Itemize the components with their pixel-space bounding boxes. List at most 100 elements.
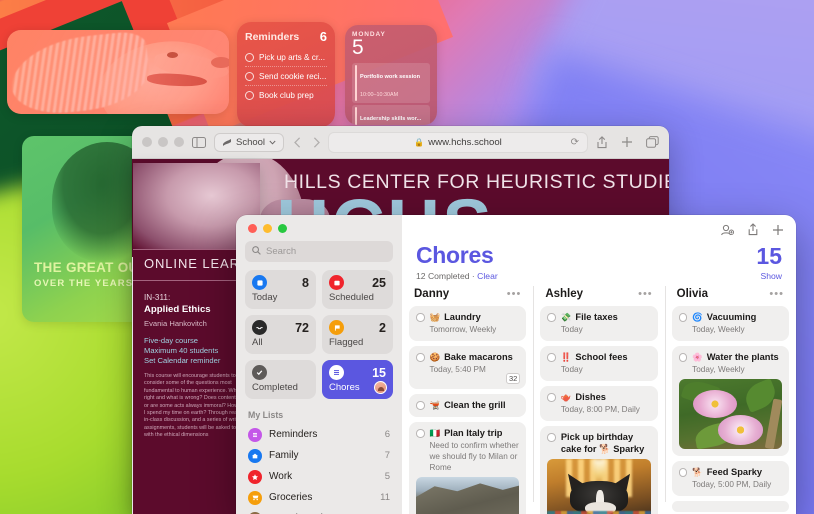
task-checkbox[interactable]: [678, 313, 688, 322]
smart-list-chores[interactable]: 15 Chores: [322, 360, 393, 399]
task-checkbox[interactable]: [416, 313, 425, 322]
list-name: Family: [269, 450, 299, 461]
tab-overview-icon[interactable]: [646, 136, 659, 148]
course-meta-2: Maximum 40 students: [144, 346, 219, 355]
task-item[interactable]: 🐕 Feed Sparky Today, 5:00 PM, Daily: [671, 461, 789, 496]
reminder-text: Book club prep: [259, 91, 314, 100]
my-lists-header: My Lists: [248, 410, 284, 420]
task-title: Plan Italy trip: [444, 428, 503, 438]
task-checkbox[interactable]: [416, 353, 425, 362]
reminders-traffic-lights[interactable]: [245, 215, 393, 241]
task-item[interactable]: 🫖 Dishes Today, 8:00 PM, Daily: [540, 386, 658, 421]
reload-icon[interactable]: ⟳: [571, 137, 579, 148]
reminder-text: Pick up arts & cr...: [259, 53, 325, 62]
zoom-button[interactable]: [278, 224, 287, 233]
safari-traffic-lights[interactable]: [142, 137, 184, 147]
sidebar-toggle-icon[interactable]: [192, 136, 206, 148]
task-emoji: 🇮🇹: [429, 428, 441, 438]
task-item[interactable]: 🌸 Water the plants Today, Weekly: [671, 346, 789, 456]
smart-lists-grid: 8 Today 25 Scheduled 72 All 2 Flagged Co…: [245, 270, 393, 399]
close-button[interactable]: [142, 137, 152, 147]
task-subtitle: Today, 5:00 PM, Daily: [692, 480, 772, 489]
task-item[interactable]: 🌀 Vacuuming Today, Weekly: [671, 306, 789, 341]
share-icon[interactable]: [596, 135, 608, 149]
reminders-app-window[interactable]: Search 8 Today 25 Scheduled 72 All 2 Fla…: [236, 215, 796, 514]
column-more-icon[interactable]: •••: [507, 289, 522, 300]
minimize-button[interactable]: [158, 137, 168, 147]
reminders-widget-item[interactable]: Book club prep: [245, 86, 327, 104]
smart-list-all[interactable]: 72 All: [245, 315, 316, 354]
checkbox-circle-icon[interactable]: [245, 91, 254, 100]
task-checkbox[interactable]: [547, 393, 556, 402]
star-icon: [248, 469, 262, 484]
column-more-icon[interactable]: •••: [769, 289, 784, 300]
tab-group-selector[interactable]: School: [214, 132, 285, 152]
task-checkbox[interactable]: [416, 401, 425, 410]
task-attachment-image-dog[interactable]: [547, 459, 651, 514]
task-title: Vacuuming: [706, 312, 757, 322]
task-emoji: 💸: [560, 312, 572, 322]
task-checkbox[interactable]: [416, 429, 425, 438]
smart-list-flagged[interactable]: 2 Flagged: [322, 315, 393, 354]
task-checkbox[interactable]: [547, 313, 556, 322]
task-item[interactable]: ‼️ School fees Today: [540, 346, 658, 381]
task-item[interactable]: 🧺 Laundry Tomorrow, Weekly: [409, 306, 527, 341]
smart-list-completed[interactable]: Completed: [245, 360, 316, 399]
task-attachment-image-greece[interactable]: [416, 477, 520, 514]
task-checkbox[interactable]: [547, 433, 556, 442]
back-icon[interactable]: [294, 136, 301, 148]
close-button[interactable]: [248, 224, 257, 233]
reminders-widget-item[interactable]: Send cookie reci...: [245, 67, 327, 86]
task-checkbox[interactable]: [547, 353, 556, 362]
smart-list-count: 72: [295, 320, 309, 335]
zoom-button[interactable]: [174, 137, 184, 147]
task-checkbox[interactable]: [678, 468, 688, 477]
checkbox-circle-icon[interactable]: [245, 72, 254, 81]
calendar-widget[interactable]: MONDAY 5 Portfolio work session 10:00–10…: [345, 25, 437, 125]
sidebar-list-camping-trip[interactable]: Camping Trip 4: [245, 508, 393, 514]
list-name: Groceries: [269, 492, 313, 503]
reminders-content: Chores 15 12 Completed · Clear Show Dann…: [402, 215, 796, 514]
task-attachment-image-flowers[interactable]: [678, 379, 782, 449]
sidebar-list-work[interactable]: Work 5: [245, 466, 393, 487]
address-bar[interactable]: 🔒 www.hchs.school ⟳: [328, 131, 588, 153]
sidebar-list-family[interactable]: Family 7: [245, 445, 393, 466]
forward-icon[interactable]: [313, 136, 320, 148]
assignee-columns: Danny ••• 🧺 Laundry Tomorrow, Weekly 🍪 B…: [402, 286, 796, 514]
safari-right-tools[interactable]: [596, 135, 659, 149]
task-emoji: 🧺: [429, 312, 441, 322]
calendar-event[interactable]: Leadership skills wor... 11AM–12PM: [352, 105, 430, 125]
reminders-widget[interactable]: Reminders 6 Pick up arts & cr... Send co…: [237, 22, 335, 127]
calendar-event[interactable]: Portfolio work session 10:00–10:30AM: [352, 62, 430, 103]
column-more-icon[interactable]: •••: [638, 289, 653, 300]
task-checkbox[interactable]: [678, 353, 688, 362]
task-emoji: 🫖: [560, 392, 572, 402]
minimize-button[interactable]: [263, 224, 272, 233]
share-icon[interactable]: [747, 223, 759, 241]
list-count: 11: [380, 492, 390, 503]
sidebar-list-reminders[interactable]: Reminders 6: [245, 424, 393, 445]
search-input[interactable]: Search: [245, 241, 393, 262]
smart-list-scheduled[interactable]: 25 Scheduled: [322, 270, 393, 309]
calendar-day-number: 5: [352, 36, 364, 59]
task-item[interactable]: 🇮🇹 Plan Italy trip Need to confirm wheth…: [409, 422, 527, 514]
task-item[interactable]: 💸 File taxes Today: [540, 306, 658, 341]
reminders-widget-item[interactable]: Pick up arts & cr...: [245, 48, 327, 67]
show-completed-button[interactable]: Show: [761, 271, 783, 281]
sidebar-list-groceries[interactable]: Groceries 11: [245, 487, 393, 508]
column-title: Danny: [414, 288, 450, 300]
task-item[interactable]: 🍪 Bake macarons Today, 5:40 PM 32: [409, 346, 527, 389]
task-item[interactable]: Pick up birthday cake for 🐕 Sparky: [540, 426, 658, 514]
new-tab-plus-icon[interactable]: [621, 136, 633, 148]
task-item[interactable]: [671, 501, 789, 512]
clear-button[interactable]: Clear: [477, 271, 498, 281]
safari-nav-buttons[interactable]: [294, 136, 320, 148]
task-item[interactable]: 🫕 Clean the grill: [409, 394, 527, 417]
plus-icon[interactable]: [772, 223, 784, 241]
smart-list-today[interactable]: 8 Today: [245, 270, 316, 309]
photos-widget[interactable]: [7, 30, 229, 114]
checkbox-circle-icon[interactable]: [245, 53, 254, 62]
add-people-icon[interactable]: [720, 223, 735, 241]
reminders-toolbar[interactable]: [402, 215, 796, 241]
course-meta-3[interactable]: Set Calendar reminder: [144, 356, 220, 366]
